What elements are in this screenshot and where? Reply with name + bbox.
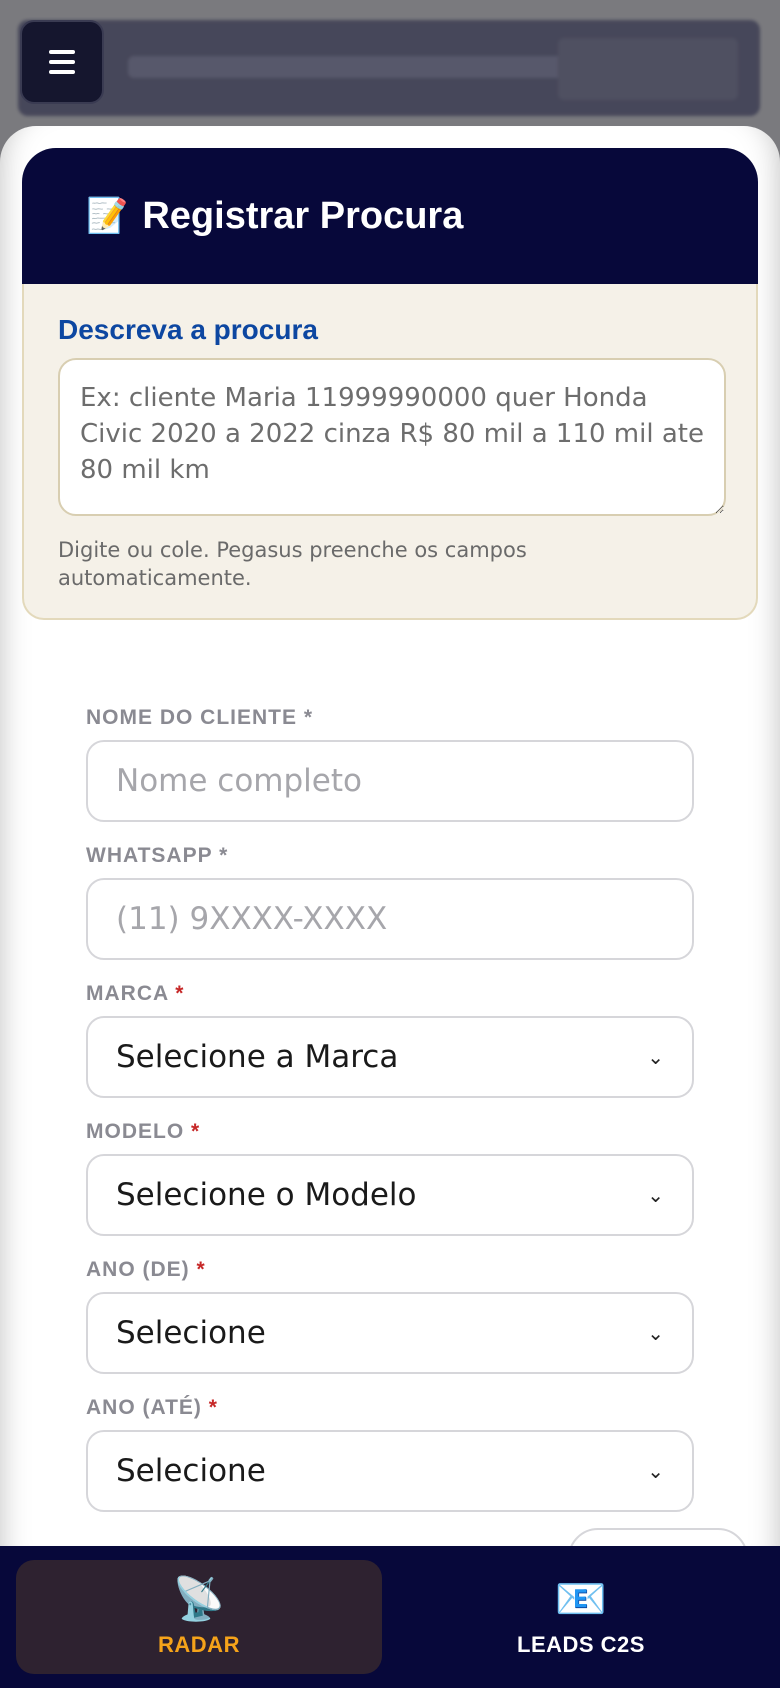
chevron-down-icon: ⌄: [647, 1183, 664, 1207]
describe-hint: Digite ou cole. Pegasus preenche os camp…: [58, 538, 527, 590]
year-to-label: ANO (ATÉ) *: [86, 1396, 218, 1419]
model-select-value: Selecione o Modelo: [116, 1177, 417, 1213]
menu-button[interactable]: [20, 20, 104, 104]
year-to-select-value: Selecione: [116, 1453, 266, 1489]
nav-item-leads-c2s-label: LEADS C2S: [517, 1632, 645, 1657]
year-from-select-value: Selecione: [116, 1315, 266, 1351]
nav-item-leads-c2s[interactable]: 📧 LEADS C2S: [382, 1546, 780, 1688]
brand-label: MARCA *: [86, 982, 185, 1005]
partially-visible-button[interactable]: [568, 1528, 748, 1546]
year-from-select[interactable]: Selecione ⌄: [86, 1292, 694, 1374]
describe-textarea[interactable]: [58, 358, 726, 516]
background-blurred-text: [128, 56, 578, 78]
envelope-icon: 📧: [554, 1574, 608, 1623]
brand-select[interactable]: Selecione a Marca ⌄: [86, 1016, 694, 1098]
client-name-label: NOME DO CLIENTE *: [86, 706, 314, 729]
sheet-header: 📝 Registrar Procura: [22, 148, 758, 284]
brand-select-value: Selecione a Marca: [116, 1039, 399, 1075]
whatsapp-label: WHATSAPP *: [86, 844, 229, 867]
sheet-title: Registrar Procura: [142, 194, 464, 237]
chevron-down-icon: ⌄: [647, 1321, 664, 1345]
background-app-bar: [18, 20, 760, 116]
model-label: MODELO *: [86, 1120, 201, 1143]
satellite-dish-icon: 📡: [172, 1574, 226, 1623]
chevron-down-icon: ⌄: [647, 1045, 664, 1069]
nav-item-radar[interactable]: 📡 RADAR: [16, 1560, 382, 1674]
describe-search-section: Descreva a procura Digite ou cole. Pegas…: [22, 284, 758, 620]
year-to-select[interactable]: Selecione ⌄: [86, 1430, 694, 1512]
bottom-navigation: 📡 RADAR 📧 LEADS C2S: [0, 1546, 780, 1688]
year-from-label: ANO (DE) *: [86, 1258, 206, 1281]
chevron-down-icon: ⌄: [647, 1459, 664, 1483]
nav-item-radar-label: RADAR: [158, 1632, 240, 1657]
describe-label: Descreva a procura: [58, 314, 318, 345]
model-select[interactable]: Selecione o Modelo ⌄: [86, 1154, 694, 1236]
client-name-input[interactable]: [86, 740, 694, 822]
register-search-sheet: 📝 Registrar Procura Descreva a procura D…: [0, 126, 780, 1546]
background-blurred-block: [558, 38, 738, 100]
whatsapp-input[interactable]: [86, 878, 694, 960]
hamburger-icon: [49, 50, 75, 74]
memo-icon: 📝: [86, 196, 129, 236]
